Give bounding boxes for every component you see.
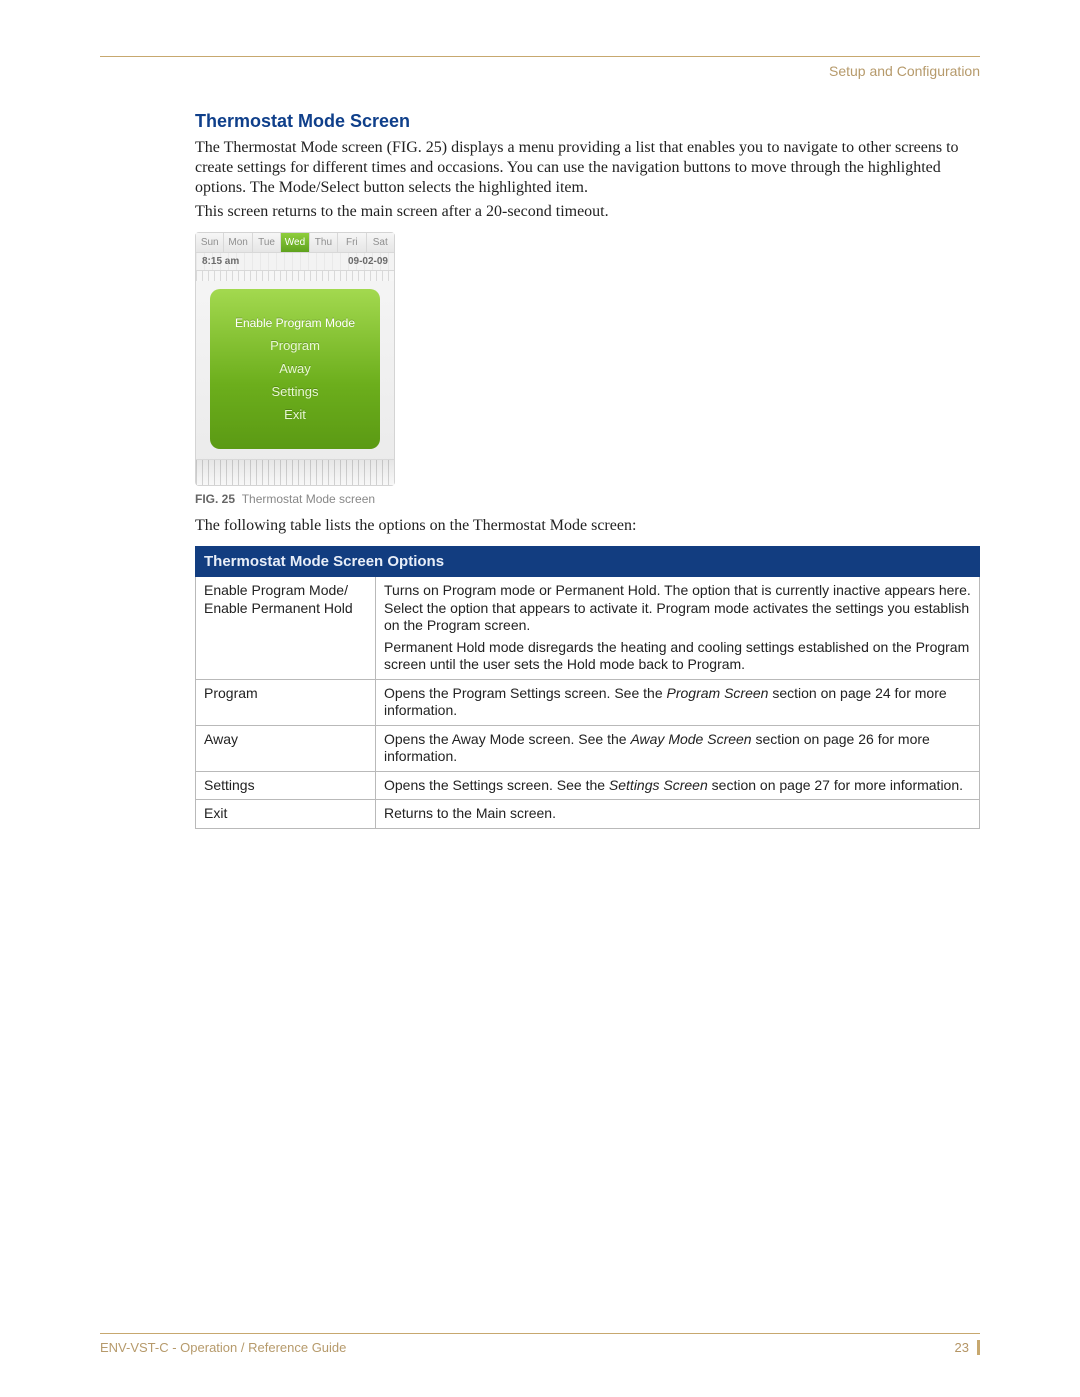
day-tabs: SunMonTueWedThuFriSat: [196, 233, 394, 252]
day-tab-fri: Fri: [338, 233, 366, 252]
description-cell: Opens the Program Settings screen. See t…: [376, 679, 980, 725]
page-number: 23: [955, 1340, 980, 1355]
option-cell: Settings: [196, 771, 376, 800]
paragraph-1: The Thermostat Mode screen (FIG. 25) dis…: [195, 138, 980, 202]
figure-caption: FIG. 25 Thermostat Mode screen: [195, 486, 980, 516]
page-footer: ENV-VST-C - Operation / Reference Guide …: [100, 1333, 980, 1355]
description-cell: Returns to the Main screen.: [376, 800, 980, 829]
thermostat-figure: SunMonTueWedThuFriSat 8:15 am 09-02-09 E…: [195, 232, 395, 486]
day-tab-thu: Thu: [310, 233, 338, 252]
thermo-menu-item: Away: [279, 361, 311, 376]
figure-caption-text: Thermostat Mode screen: [242, 492, 375, 506]
time-date-row: 8:15 am 09-02-09: [196, 252, 394, 271]
description-cell: Turns on Program mode or Permanent Hold.…: [376, 577, 980, 680]
table-intro: The following table lists the options on…: [195, 516, 980, 540]
option-cell: Exit: [196, 800, 376, 829]
description-cell: Opens the Away Mode screen. See the Away…: [376, 725, 980, 771]
date-label: 09-02-09: [348, 256, 388, 267]
table-row: SettingsOpens the Settings screen. See t…: [196, 771, 980, 800]
table-row: ProgramOpens the Program Settings screen…: [196, 679, 980, 725]
thermo-menu-item: Enable Program Mode: [235, 316, 355, 330]
option-cell: Enable Program Mode/Enable Permanent Hol…: [196, 577, 376, 680]
description-cell: Opens the Settings screen. See the Setti…: [376, 771, 980, 800]
table-row: AwayOpens the Away Mode screen. See the …: [196, 725, 980, 771]
figure-label: FIG. 25: [195, 492, 235, 506]
paragraph-2: This screen returns to the main screen a…: [195, 202, 980, 226]
content: Thermostat Mode Screen The Thermostat Mo…: [100, 103, 980, 829]
day-tab-sat: Sat: [367, 233, 394, 252]
page: Setup and Configuration Thermostat Mode …: [0, 0, 1080, 1397]
table-row: ExitReturns to the Main screen.: [196, 800, 980, 829]
thermo-menu-item: Exit: [284, 407, 306, 422]
section-breadcrumb: Setup and Configuration: [100, 63, 980, 103]
top-rule: [100, 56, 980, 57]
option-cell: Away: [196, 725, 376, 771]
table-row: Enable Program Mode/Enable Permanent Hol…: [196, 577, 980, 680]
scale-top: [196, 271, 394, 281]
time-label: 8:15 am: [202, 256, 239, 267]
scale-bottom: [196, 459, 394, 485]
table-header: Thermostat Mode Screen Options: [196, 547, 980, 577]
options-table: Thermostat Mode Screen Options Enable Pr…: [195, 546, 980, 829]
thermo-menu-item: Program: [270, 338, 320, 353]
footer-title: ENV-VST-C - Operation / Reference Guide: [100, 1340, 346, 1355]
day-tab-tue: Tue: [253, 233, 281, 252]
option-cell: Program: [196, 679, 376, 725]
section-heading: Thermostat Mode Screen: [195, 103, 980, 138]
day-tab-sun: Sun: [196, 233, 224, 252]
thermostat-menu: Enable Program Mode Program Away Settings Ex…: [210, 289, 380, 449]
thermo-menu-item: Settings: [272, 384, 319, 399]
day-tab-mon: Mon: [224, 233, 252, 252]
day-tab-wed: Wed: [281, 233, 309, 252]
